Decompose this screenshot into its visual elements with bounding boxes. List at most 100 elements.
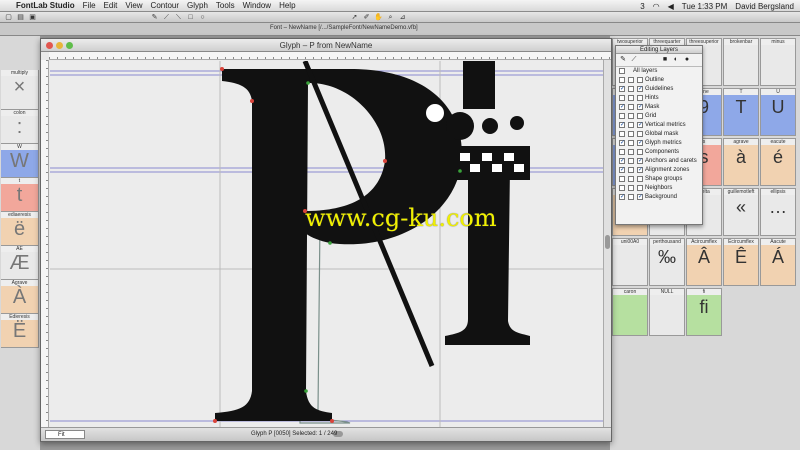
horizontal-ruler[interactable] <box>49 52 611 60</box>
font-window-title[interactable]: Font – NewName [/.../SampleFont/NewNameD… <box>270 25 418 31</box>
layer-row[interactable]: Hints <box>616 94 702 103</box>
zoom-icon[interactable] <box>66 42 73 49</box>
layer-edit-checkbox[interactable]: ✓ <box>619 194 625 200</box>
glyph-cell[interactable]: minus <box>760 38 796 86</box>
measure-tool-icon[interactable]: ⊿ <box>398 13 407 22</box>
layer-visible-checkbox[interactable] <box>637 149 643 155</box>
layer-visible-checkbox[interactable]: ✓ <box>637 167 643 173</box>
layer-fill-icon[interactable]: ● <box>683 56 691 64</box>
glyph-cell[interactable]: Ecircumflex Ê <box>723 238 759 286</box>
layer-lock-checkbox[interactable] <box>628 122 634 128</box>
layer-visible-checkbox[interactable]: ✓ <box>637 86 643 92</box>
layer-row[interactable]: Components <box>616 148 702 157</box>
menu-window[interactable]: Window <box>243 1 271 10</box>
close-icon[interactable] <box>46 42 53 49</box>
scroll-thumb[interactable] <box>605 235 610 249</box>
layer-lock-checkbox[interactable] <box>628 167 634 173</box>
ellipse-tool-icon[interactable]: ○ <box>198 13 207 22</box>
zoom-select[interactable]: Fit <box>45 430 85 439</box>
layer-visible-checkbox[interactable]: ✓ <box>637 104 643 110</box>
layer-edit-checkbox[interactable]: ✓ <box>619 167 625 173</box>
layer-visible-checkbox[interactable] <box>637 185 643 191</box>
layer-row[interactable]: ✓ ✓ Background <box>616 193 702 202</box>
layer-row[interactable]: Shape groups <box>616 175 702 184</box>
layer-edit-checkbox[interactable] <box>619 95 625 101</box>
layer-edit-checkbox[interactable] <box>619 149 625 155</box>
glyph-cell[interactable]: tt <box>1 178 39 212</box>
layer-lock-checkbox[interactable] <box>628 95 634 101</box>
clock[interactable]: Tue 1:33 PM <box>682 2 728 11</box>
glyph-cell[interactable]: Agrave À <box>1 280 39 314</box>
glyph-cell[interactable]: Aacute Á <box>760 238 796 286</box>
layer-visible-checkbox[interactable]: ✓ <box>637 122 643 128</box>
knife-tool-icon[interactable]: ⟍ <box>174 13 183 22</box>
rectangle-tool-icon[interactable]: □ <box>186 13 195 22</box>
glyph-cell[interactable]: perthousand ‰ <box>649 238 685 286</box>
hand-tool-icon[interactable]: ✋ <box>374 13 383 22</box>
glyph-drawing[interactable] <box>50 61 611 427</box>
layer-visible-checkbox[interactable] <box>637 131 643 137</box>
layer-lock-checkbox[interactable] <box>628 104 634 110</box>
layer-lock-checkbox[interactable] <box>628 194 634 200</box>
glyph-cell[interactable]: ediaeresis ë <box>1 212 39 246</box>
layers-panel-title[interactable]: Editing Layers <box>616 46 702 54</box>
layer-row[interactable]: ✓ ✓ Vertical metrics <box>616 121 702 130</box>
all-layers-row[interactable]: All layers <box>616 67 702 76</box>
layer-edit-checkbox[interactable]: ✓ <box>619 104 625 110</box>
layer-lock-checkbox[interactable] <box>628 113 634 119</box>
menu-help[interactable]: Help <box>279 1 295 10</box>
menu-file[interactable]: File <box>83 1 96 10</box>
layer-visible-checkbox[interactable]: ✓ <box>637 194 643 200</box>
layer-lock-checkbox[interactable] <box>628 149 634 155</box>
layer-color-icon[interactable]: ■ <box>661 56 669 64</box>
layer-visible-checkbox[interactable] <box>637 176 643 182</box>
glyph-cell[interactable]: TT <box>723 88 759 136</box>
glyph-cell[interactable]: fi ﬁ <box>686 288 722 336</box>
menu-view[interactable]: View <box>125 1 142 10</box>
glyph-cell[interactable]: UU <box>760 88 796 136</box>
pen-tool-icon[interactable]: ✎ <box>150 13 159 22</box>
glyph-window-titlebar[interactable]: Glyph – P from NewName <box>41 39 611 52</box>
layer-row[interactable]: Global mask <box>616 130 702 139</box>
glyph-cell[interactable]: ellipsis… <box>760 188 796 236</box>
layer-visible-checkbox[interactable]: ✓ <box>637 158 643 164</box>
glyph-cell[interactable]: caron <box>612 288 648 336</box>
layer-edit-checkbox[interactable] <box>619 176 625 182</box>
layer-edit-checkbox[interactable] <box>619 113 625 119</box>
glyph-cell[interactable]: multiply × <box>1 70 39 110</box>
layer-preview-icon[interactable]: ◐ <box>672 56 680 64</box>
menu-edit[interactable]: Edit <box>104 1 118 10</box>
glyph-cell[interactable]: colon: <box>1 110 39 144</box>
pencil-icon[interactable]: ✎ <box>619 56 627 64</box>
layer-edit-checkbox[interactable]: ✓ <box>619 140 625 146</box>
layer-edit-checkbox[interactable]: ✓ <box>619 158 625 164</box>
minimize-icon[interactable] <box>56 42 63 49</box>
glyph-cell[interactable]: agrave à <box>723 138 759 186</box>
layer-row[interactable]: Grid <box>616 112 702 121</box>
vertical-scrollbar[interactable] <box>603 60 611 427</box>
glyph-cell[interactable]: eacute é <box>760 138 796 186</box>
layer-lock-checkbox[interactable] <box>628 140 634 146</box>
layer-lock-checkbox[interactable] <box>628 86 634 92</box>
layer-row[interactable]: ✓ ✓ Guidelines <box>616 85 702 94</box>
layer-row[interactable]: ✓ ✓ Mask <box>616 103 702 112</box>
pointer-tool-icon[interactable]: ➚ <box>350 13 359 22</box>
layer-row[interactable]: ✓ ✓ Anchors and carets <box>616 157 702 166</box>
glyph-cell[interactable]: WW <box>1 144 39 178</box>
new-icon[interactable]: ▢ <box>4 13 13 22</box>
layer-edit-checkbox[interactable]: ✓ <box>619 122 625 128</box>
layer-visible-checkbox[interactable] <box>637 77 643 83</box>
vertical-ruler[interactable] <box>41 60 49 427</box>
glyph-cell[interactable]: brokenbar <box>723 38 759 86</box>
glyph-canvas[interactable] <box>50 61 611 427</box>
layer-visible-checkbox[interactable]: ✓ <box>637 140 643 146</box>
volume-icon[interactable]: ◀ <box>668 2 674 11</box>
layer-row[interactable]: ✓ ✓ Glyph metrics <box>616 139 702 148</box>
glyph-cell[interactable]: uni00A0 <box>612 238 648 286</box>
layer-lock-checkbox[interactable] <box>628 77 634 83</box>
layer-lock-checkbox[interactable] <box>628 185 634 191</box>
menu-glyph[interactable]: Glyph <box>187 1 208 10</box>
open-icon[interactable]: ▤ <box>16 13 25 22</box>
layer-row[interactable]: ✓ ✓ Alignment zones <box>616 166 702 175</box>
wifi-icon[interactable]: ◠ <box>653 2 660 11</box>
